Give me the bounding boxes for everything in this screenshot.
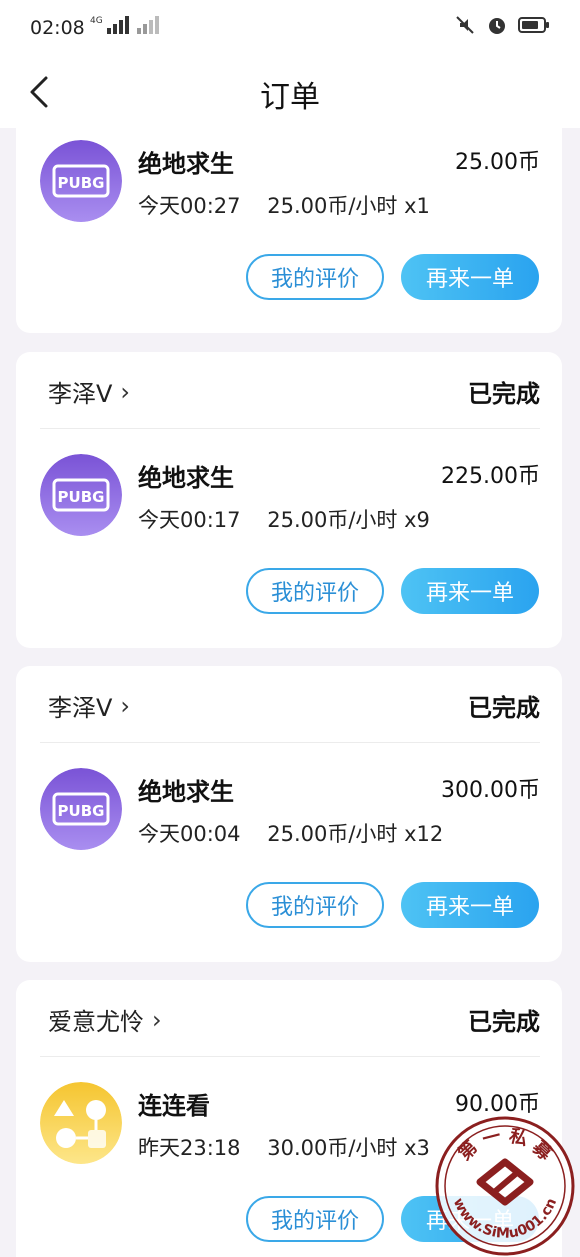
seller-link[interactable]: 李泽V › [48, 688, 130, 723]
order-card-header: 李泽V › 已完成 [16, 352, 562, 428]
order-status: 已完成 [468, 380, 540, 408]
game-name: 绝地求生 [138, 464, 234, 492]
pubg-icon: PUBG [40, 768, 122, 850]
seller-name: 爱意尤怜 [48, 1008, 144, 1036]
svg-text:PUBG: PUBG [58, 488, 105, 506]
reorder-button[interactable]: 再来一单 [401, 882, 539, 928]
alarm-icon [489, 18, 505, 34]
game-name: 绝地求生 [138, 778, 234, 806]
pubg-icon: PUBG [40, 140, 122, 222]
status-icons [454, 14, 550, 36]
battery-icon [518, 17, 549, 33]
mute-icon [456, 16, 474, 34]
order-card-header: 李泽V › 已完成 [16, 666, 562, 742]
app-header: 订单 [0, 58, 580, 128]
divider [40, 742, 540, 743]
lianliankan-icon [40, 1082, 122, 1164]
order-price: 25.00币 [455, 150, 540, 175]
order-price: 300.00币 [441, 778, 540, 803]
pubg-icon: PUBG [40, 454, 122, 536]
seller-name: 李泽V [48, 694, 113, 722]
status-bar: 02:08 4G [0, 0, 580, 58]
order-status: 已完成 [468, 694, 540, 722]
order-card: PUBG 绝地求生 25.00币 今天00:27 25.00币/小时 x1 我的… [16, 128, 562, 333]
order-meta: 今天00:17 25.00币/小时 x9 [138, 508, 430, 532]
order-game-row[interactable]: PUBG 绝地求生 25.00币 今天00:27 25.00币/小时 x1 [16, 140, 562, 230]
order-meta: 今天00:27 25.00币/小时 x1 [138, 194, 430, 218]
chevron-right-icon: › [120, 377, 131, 406]
svg-text:PUBG: PUBG [58, 802, 105, 820]
status-time: 02:08 [30, 17, 85, 39]
my-review-button[interactable]: 我的评价 [246, 1196, 384, 1242]
seller-name: 李泽V [48, 380, 113, 408]
reorder-button[interactable]: 再来一单 [401, 568, 539, 614]
order-card: 李泽V › 已完成 PUBG 绝地求生 300.00币 今天00:04 25.0… [16, 666, 562, 962]
svg-text:PUBG: PUBG [58, 174, 105, 192]
network-type: 4G [90, 16, 103, 26]
chevron-right-icon: › [120, 691, 131, 720]
order-card-header: 爱意尤怜 › 已完成 [16, 980, 562, 1056]
chevron-right-icon: › [152, 1005, 162, 1034]
order-status: 已完成 [468, 1008, 540, 1036]
page-title: 订单 [260, 80, 320, 115]
network-indicator: 4G [90, 16, 159, 34]
reorder-button[interactable]: 再来一单 [401, 254, 539, 300]
order-meta: 昨天23:18 30.00币/小时 x3 [138, 1136, 430, 1160]
order-price: 225.00币 [441, 464, 540, 489]
seller-link[interactable]: 李泽V › [48, 374, 130, 409]
seller-link[interactable]: 爱意尤怜 › [48, 1002, 162, 1037]
watermark-seal: 第 一 私 募 www.SiMu001.cn [435, 1116, 575, 1256]
my-review-button[interactable]: 我的评价 [246, 254, 384, 300]
game-name: 连连看 [138, 1092, 210, 1120]
order-card: 李泽V › 已完成 PUBG 绝地求生 225.00币 今天00:17 25.0… [16, 352, 562, 648]
game-name: 绝地求生 [138, 150, 234, 178]
order-meta: 今天00:04 25.00币/小时 x12 [138, 822, 444, 846]
divider [40, 1056, 540, 1057]
order-game-row[interactable]: PUBG 绝地求生 225.00币 今天00:17 25.00币/小时 x9 [16, 454, 562, 544]
divider [40, 428, 540, 429]
my-review-button[interactable]: 我的评价 [246, 568, 384, 614]
my-review-button[interactable]: 我的评价 [246, 882, 384, 928]
order-game-row[interactable]: PUBG 绝地求生 300.00币 今天00:04 25.00币/小时 x12 [16, 768, 562, 858]
